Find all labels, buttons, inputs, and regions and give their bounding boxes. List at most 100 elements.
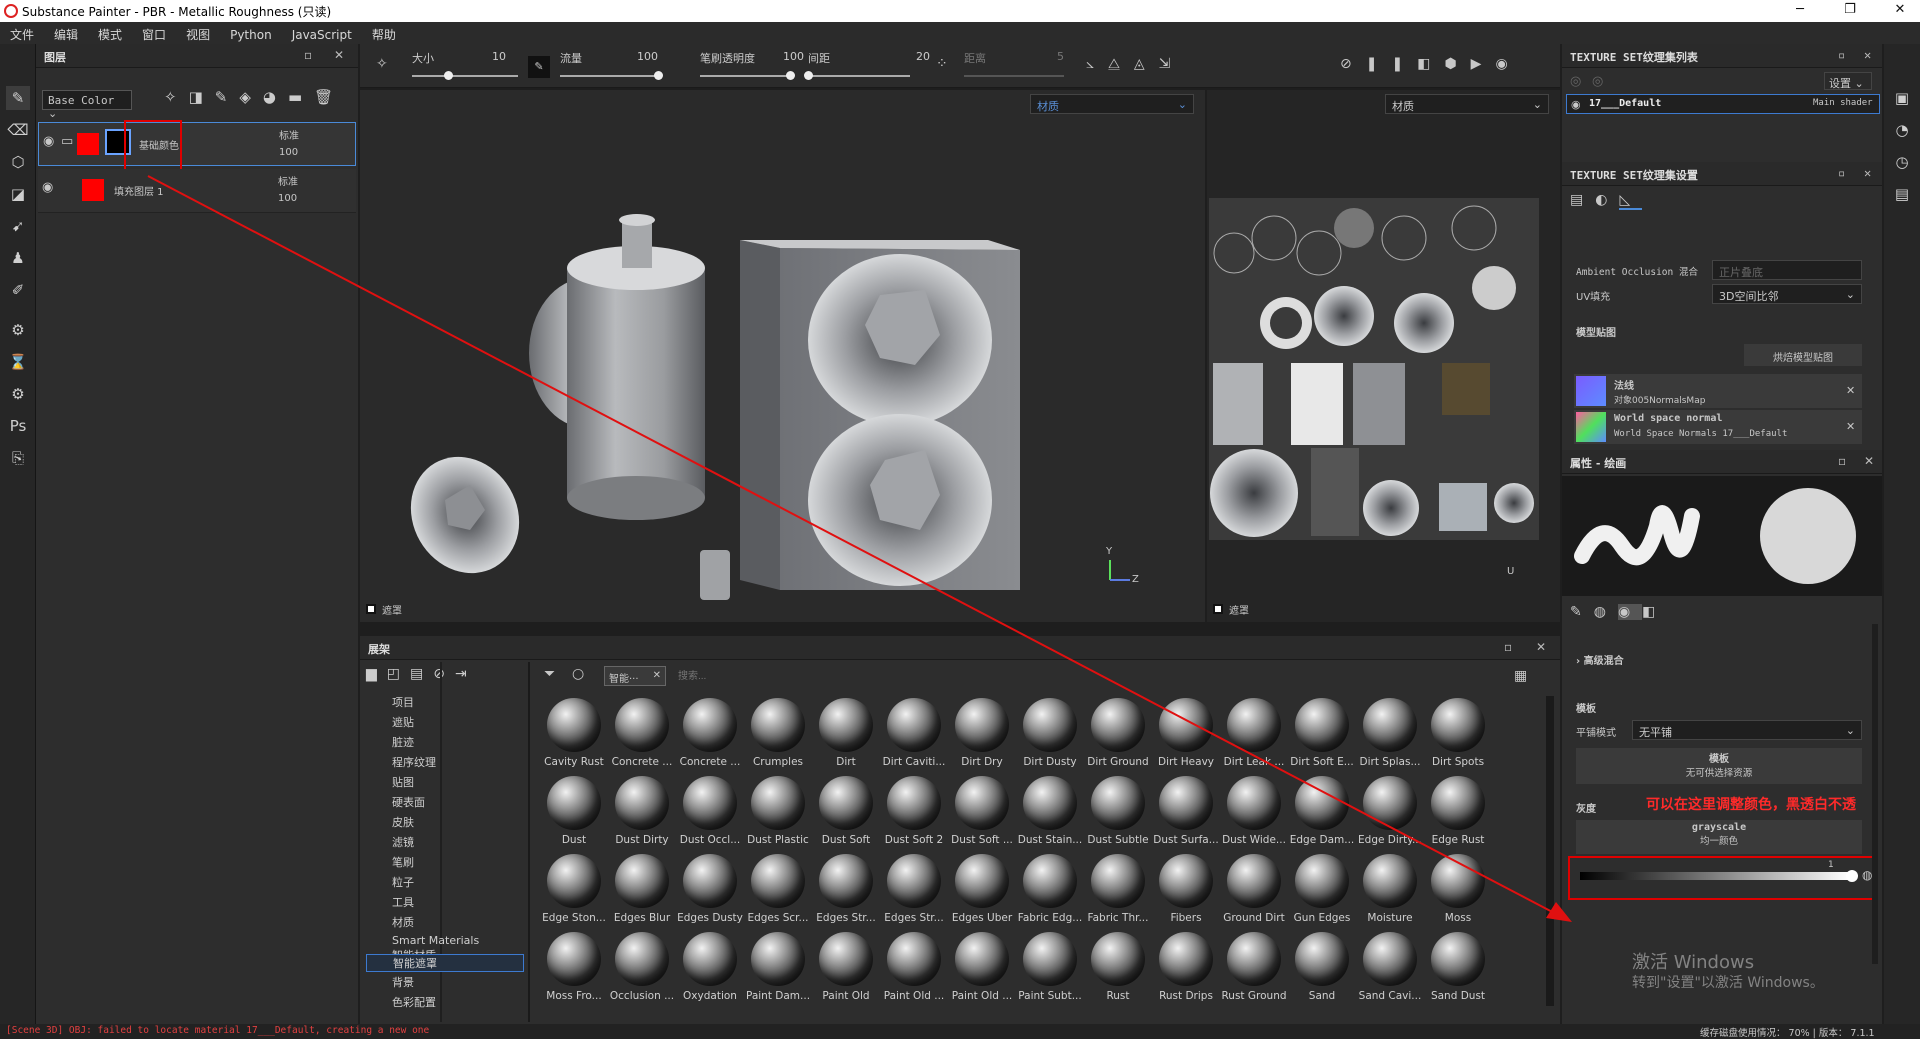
uv-padding-select[interactable]: 3D空间比邻 ⌄	[1712, 284, 1862, 304]
smart-mask-item[interactable]: Moisture	[1356, 852, 1424, 930]
new-folder-icon[interactable]: ◰	[387, 666, 410, 682]
grayscale-slot[interactable]: grayscale 均一颜色	[1576, 820, 1862, 854]
category-item[interactable]: 滤镜	[392, 834, 414, 850]
blend-mode-select[interactable]: 标准	[278, 173, 298, 188]
layer-row-base-color[interactable]: ◉ ▭ 基础颜色 标准 100	[38, 122, 356, 166]
smart-mask-item[interactable]: Dust Soft ...	[948, 774, 1016, 852]
texture-set-icon[interactable]: ▣	[1890, 86, 1914, 110]
smart-mask-item[interactable]: Edge Ston...	[540, 852, 608, 930]
smart-mask-item[interactable]: Edges Dusty	[676, 852, 744, 930]
category-item[interactable]: 工具	[392, 894, 414, 910]
menu-view[interactable]: 视图	[176, 22, 220, 44]
smart-mask-item[interactable]: Sand Cavi...	[1356, 930, 1424, 1008]
ao-blend-select[interactable]: 正片叠底	[1712, 260, 1862, 280]
close-window-button[interactable]: ✕	[1885, 2, 1915, 20]
smart-mask-item[interactable]: Rust Ground	[1220, 930, 1288, 1008]
cube-icon[interactable]: ⬢	[1444, 56, 1470, 72]
reset-filter-icon[interactable]: ○	[572, 666, 584, 682]
stroke-opacity-knob[interactable]	[786, 71, 795, 80]
save-icon[interactable]: ▤	[410, 666, 433, 682]
stencil-slot[interactable]: 模板 无可供选择资源	[1576, 748, 1862, 784]
smart-mask-item[interactable]: Paint Dam...	[744, 930, 812, 1008]
smart-mask-item[interactable]: Cavity Rust	[540, 696, 608, 774]
spacing-value[interactable]: 20	[900, 50, 930, 63]
flow-slider[interactable]	[560, 75, 660, 77]
eraser-icon[interactable]: ⌫	[6, 118, 30, 142]
symmetry-icon[interactable]: ✧	[376, 56, 388, 72]
pressure-icon[interactable]: ✎	[528, 56, 550, 78]
float-panel-icon[interactable]: ▫	[1838, 166, 1845, 180]
distance-value[interactable]: 5	[1034, 50, 1064, 63]
alpha-tab-icon[interactable]: ◍	[1594, 604, 1618, 620]
bake-mesh-maps-button[interactable]: 烘焙模型贴图	[1744, 344, 1862, 366]
photoshop-icon[interactable]: Ps	[6, 414, 30, 438]
blend-mode-select[interactable]: 标准	[279, 127, 299, 142]
clone-stamp-icon[interactable]: ♟	[6, 246, 30, 270]
grid-view-icon[interactable]: ▦	[1514, 668, 1527, 684]
category-item[interactable]: 粒子	[392, 874, 414, 890]
transform-icon[interactable]: ⇲	[1159, 56, 1185, 72]
smart-mask-item[interactable]: Paint Old	[812, 930, 880, 1008]
texture-set-settings-button[interactable]: 设置 ⌄	[1824, 72, 1872, 90]
smart-mask-item[interactable]: Crumples	[744, 696, 812, 774]
history-icon[interactable]: ◷	[1890, 150, 1914, 174]
menu-edit[interactable]: 编辑	[44, 22, 88, 44]
sendto-icon[interactable]: ⎘	[6, 446, 30, 470]
mesh-map-slot-world-normal[interactable]: World space normal World Space Normals 1…	[1574, 410, 1862, 444]
tiling-select[interactable]: 无平铺 ⌄	[1632, 720, 1862, 740]
category-item[interactable]: 皮肤	[392, 814, 414, 830]
smart-mask-item[interactable]: Sand	[1288, 930, 1356, 1008]
polygon-fill-icon[interactable]: ◪	[6, 182, 30, 206]
paint-brush-icon[interactable]: ✎	[6, 86, 30, 110]
smart-mask-item[interactable]: Paint Subt...	[1016, 930, 1084, 1008]
grayscale-slider-knob[interactable]	[1846, 870, 1858, 882]
smart-mask-item[interactable]: Sand Dust	[1424, 930, 1492, 1008]
channel-select[interactable]: Base Color ⌄	[42, 90, 132, 120]
category-item[interactable]: 程序纹理	[392, 754, 436, 770]
add-mask-icon[interactable]: ◨	[189, 88, 215, 106]
smart-mask-item[interactable]: Fibers	[1152, 852, 1220, 930]
viewport-2d[interactable]: 材质 ⌄ U 遮罩	[1207, 90, 1560, 622]
smart-mask-item[interactable]: Edges Scr...	[744, 852, 812, 930]
smart-mask-item[interactable]: Edges Uber	[948, 852, 1016, 930]
category-item[interactable]: 材质	[392, 914, 414, 930]
size-value[interactable]: 10	[476, 50, 506, 63]
split-view-icon[interactable]: ◧	[1417, 56, 1444, 72]
float-panel-icon[interactable]: ▫	[1838, 48, 1845, 62]
size-slider-knob[interactable]	[444, 71, 453, 80]
smart-mask-item[interactable]: Fabric Edg...	[1016, 852, 1084, 930]
smart-mask-item[interactable]: Edges Blur	[608, 852, 676, 930]
projection-icon[interactable]: ⬡	[6, 150, 30, 174]
float-panel-icon[interactable]: ▫	[1504, 640, 1512, 654]
category-item[interactable]: 笔刷	[392, 854, 414, 870]
smart-mask-item[interactable]: Dirt Ground	[1084, 696, 1152, 774]
brush-tab-icon[interactable]: ✎	[1570, 604, 1594, 620]
shelf-search-input[interactable]	[678, 666, 1498, 686]
menu-python[interactable]: Python	[220, 24, 282, 46]
export-icon[interactable]: ⌛	[6, 350, 30, 374]
category-item[interactable]: 硬表面	[392, 794, 425, 810]
smart-mask-item[interactable]: Concrete ...	[608, 696, 676, 774]
mesh-map-slot-normal[interactable]: 法线 对象005NormalsMap ✕	[1574, 374, 1862, 408]
smart-mask-item[interactable]: Rust Drips	[1152, 930, 1220, 1008]
color-picker-icon[interactable]: ✐	[6, 278, 30, 302]
float-panel-icon[interactable]: ▫	[304, 48, 312, 62]
close-panel-icon[interactable]: ✕	[1536, 640, 1546, 654]
settings-icon[interactable]: ⚙	[6, 382, 30, 406]
flow-value[interactable]: 100	[628, 50, 658, 63]
smart-mask-item[interactable]: Edge Dirty...	[1356, 774, 1424, 852]
smart-mask-item[interactable]: Rust	[1084, 930, 1152, 1008]
symmetry-x-icon[interactable]: ◬	[1134, 56, 1159, 72]
channels-tab-icon[interactable]: ▤	[1570, 192, 1595, 208]
grayscale-slider[interactable]	[1580, 872, 1850, 880]
smart-material-icon[interactable]: ◕	[263, 88, 288, 106]
remove-map-icon[interactable]: ✕	[1846, 420, 1855, 433]
close-panel-icon[interactable]: ✕	[1864, 166, 1871, 180]
smart-mask-item[interactable]: Moss	[1424, 852, 1492, 930]
visibility-eye-icon[interactable]: ◉	[42, 180, 53, 195]
minimize-button[interactable]: ─	[1785, 2, 1815, 20]
uv-tab-icon[interactable]: ◺	[1619, 192, 1643, 210]
category-item[interactable]: 色彩配置	[392, 994, 436, 1010]
smart-mask-item[interactable]: Dirt Spots	[1424, 696, 1492, 774]
smart-mask-item[interactable]: Dirt Heavy	[1152, 696, 1220, 774]
